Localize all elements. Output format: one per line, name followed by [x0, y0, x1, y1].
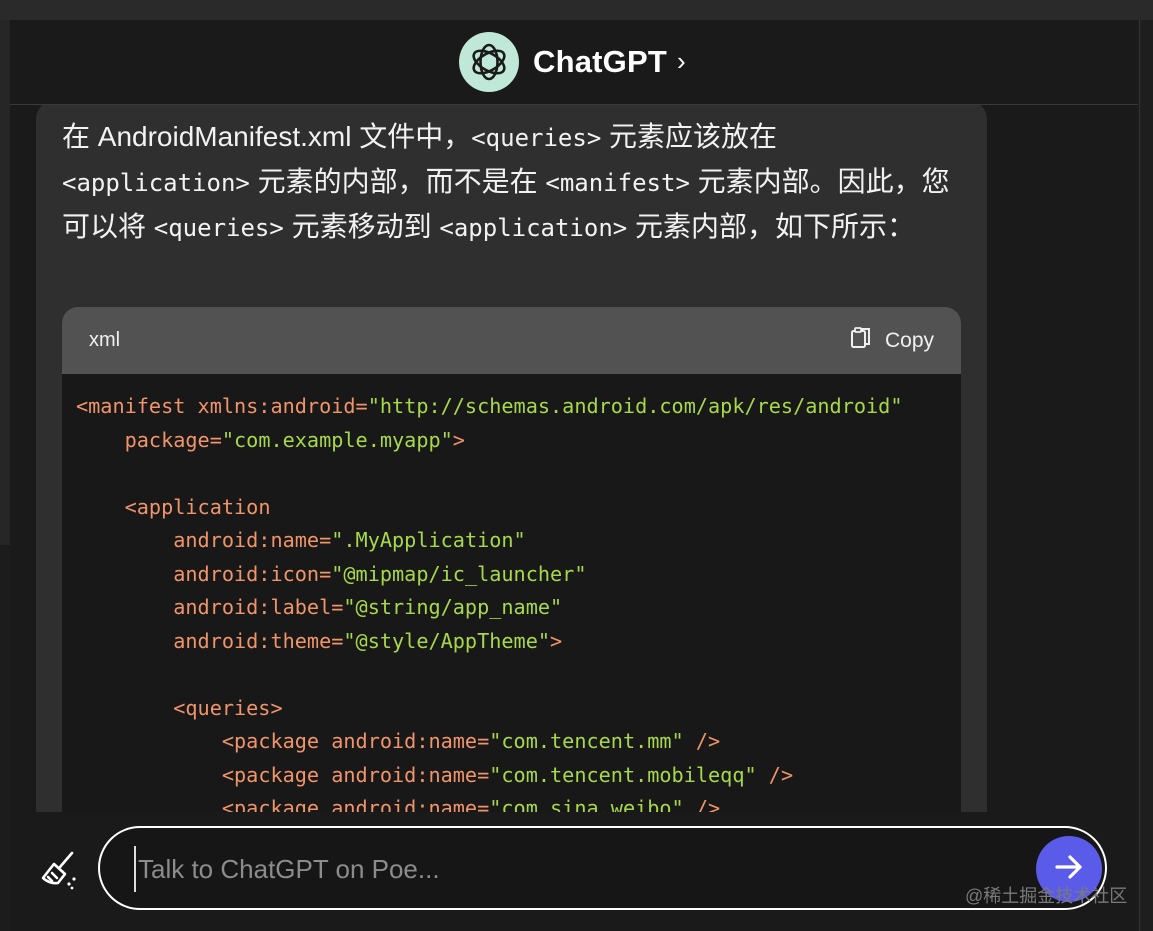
message-text-segment: 在 AndroidManifest.xml 文件中， — [62, 121, 472, 152]
inline-code: <application> — [439, 214, 628, 242]
code-line: android:icon="@mipmap/ic_launcher" — [76, 558, 961, 592]
inline-code: <manifest> — [545, 169, 690, 197]
code-line: <package android:name="com.sina.weibo" /… — [76, 792, 961, 812]
code-line: android:label="@string/app_name" — [76, 591, 961, 625]
chevron-right-icon: › — [677, 45, 686, 76]
code-line: <application — [76, 491, 961, 525]
code-content: <manifest xmlns:android="http://schemas.… — [62, 374, 961, 812]
code-language-label: xml — [89, 329, 121, 351]
code-string: "com.tencent.mm" — [489, 729, 684, 753]
code-tag: <manifest xmlns:android= — [76, 394, 368, 418]
message-text: 在 AndroidManifest.xml 文件中，<queries> 元素应该… — [62, 115, 957, 250]
code-string: "@style/AppTheme" — [343, 628, 551, 653]
right-panel-edge — [1139, 20, 1153, 931]
code-line: android:theme="@style/AppTheme"> — [76, 625, 961, 659]
code-tag: <application — [124, 494, 271, 519]
code-line: <package android:name="com.tencent.mm" /… — [76, 725, 961, 759]
code-tag: > — [452, 427, 465, 452]
code-block-header: xml Copy — [62, 307, 961, 374]
chat-header: ChatGPT › — [10, 20, 1138, 105]
code-line: <manifest xmlns:android="http://schemas.… — [76, 390, 961, 424]
message-text-segment: 元素移动到 — [283, 211, 440, 242]
message-text-segment: 元素应该放在 — [601, 121, 778, 152]
code-tag: android:icon= — [173, 561, 332, 586]
code-tag: /> — [683, 796, 721, 812]
inline-code: <queries> — [153, 214, 284, 242]
bot-title: ChatGPT — [533, 44, 668, 79]
code-tag: <package android:name= — [221, 762, 490, 787]
code-tag: <package android:name= — [221, 729, 490, 753]
code-tag: /> — [756, 762, 794, 787]
message-input[interactable] — [134, 846, 1020, 892]
code-string: "@string/app_name" — [343, 595, 563, 619]
inline-code: <application> — [62, 169, 250, 197]
copy-icon — [849, 326, 873, 356]
copy-button[interactable]: Copy — [849, 326, 934, 356]
code-line: <package android:name="com.tencent.mobil… — [76, 759, 961, 793]
bot-title-button[interactable]: ChatGPT › — [459, 32, 686, 92]
copy-label: Copy — [884, 328, 934, 352]
watermark: @稀土掘金技术社区 — [965, 886, 1128, 906]
message-input-box — [98, 826, 1107, 910]
code-tag: android:theme= — [173, 628, 344, 653]
code-tag: /> — [683, 729, 721, 753]
message-text-segment: 元素内部，如下所示： — [627, 211, 916, 242]
message-text-segment: 元素的内部，而不是在 — [249, 166, 546, 197]
chatgpt-logo-icon — [459, 32, 519, 92]
window-top-strip — [0, 0, 1153, 20]
code-tag: <queries> — [173, 695, 283, 720]
code-line: <queries> — [76, 692, 961, 726]
code-string: ".MyApplication" — [331, 528, 526, 552]
code-tag: android:label= — [173, 595, 344, 619]
inline-code: <queries> — [471, 124, 602, 152]
code-tag: android:name= — [173, 528, 332, 552]
code-tag: > — [550, 628, 563, 653]
code-line: android:name=".MyApplication" — [76, 524, 961, 558]
bot-message-bubble: 在 AndroidManifest.xml 文件中，<queries> 元素应该… — [36, 105, 987, 812]
code-string: "com.sina.weibo" — [489, 796, 684, 812]
code-tag: package= — [124, 427, 222, 452]
code-string: "com.example.myapp" — [221, 427, 453, 452]
code-string: "com.tencent.mobileqq" — [489, 762, 757, 787]
code-line: package="com.example.myapp"> — [76, 424, 961, 458]
code-string: "http://schemas.android.com/apk/res/andr… — [367, 394, 903, 418]
chat-messages: 在 AndroidManifest.xml 文件中，<queries> 元素应该… — [10, 105, 1138, 812]
code-block: xml Copy <manifest xmlns:android="http:/… — [62, 307, 961, 812]
broom-icon[interactable] — [38, 850, 80, 892]
code-tag: <package android:name= — [221, 796, 490, 812]
code-string: "@mipmap/ic_launcher" — [331, 561, 587, 586]
